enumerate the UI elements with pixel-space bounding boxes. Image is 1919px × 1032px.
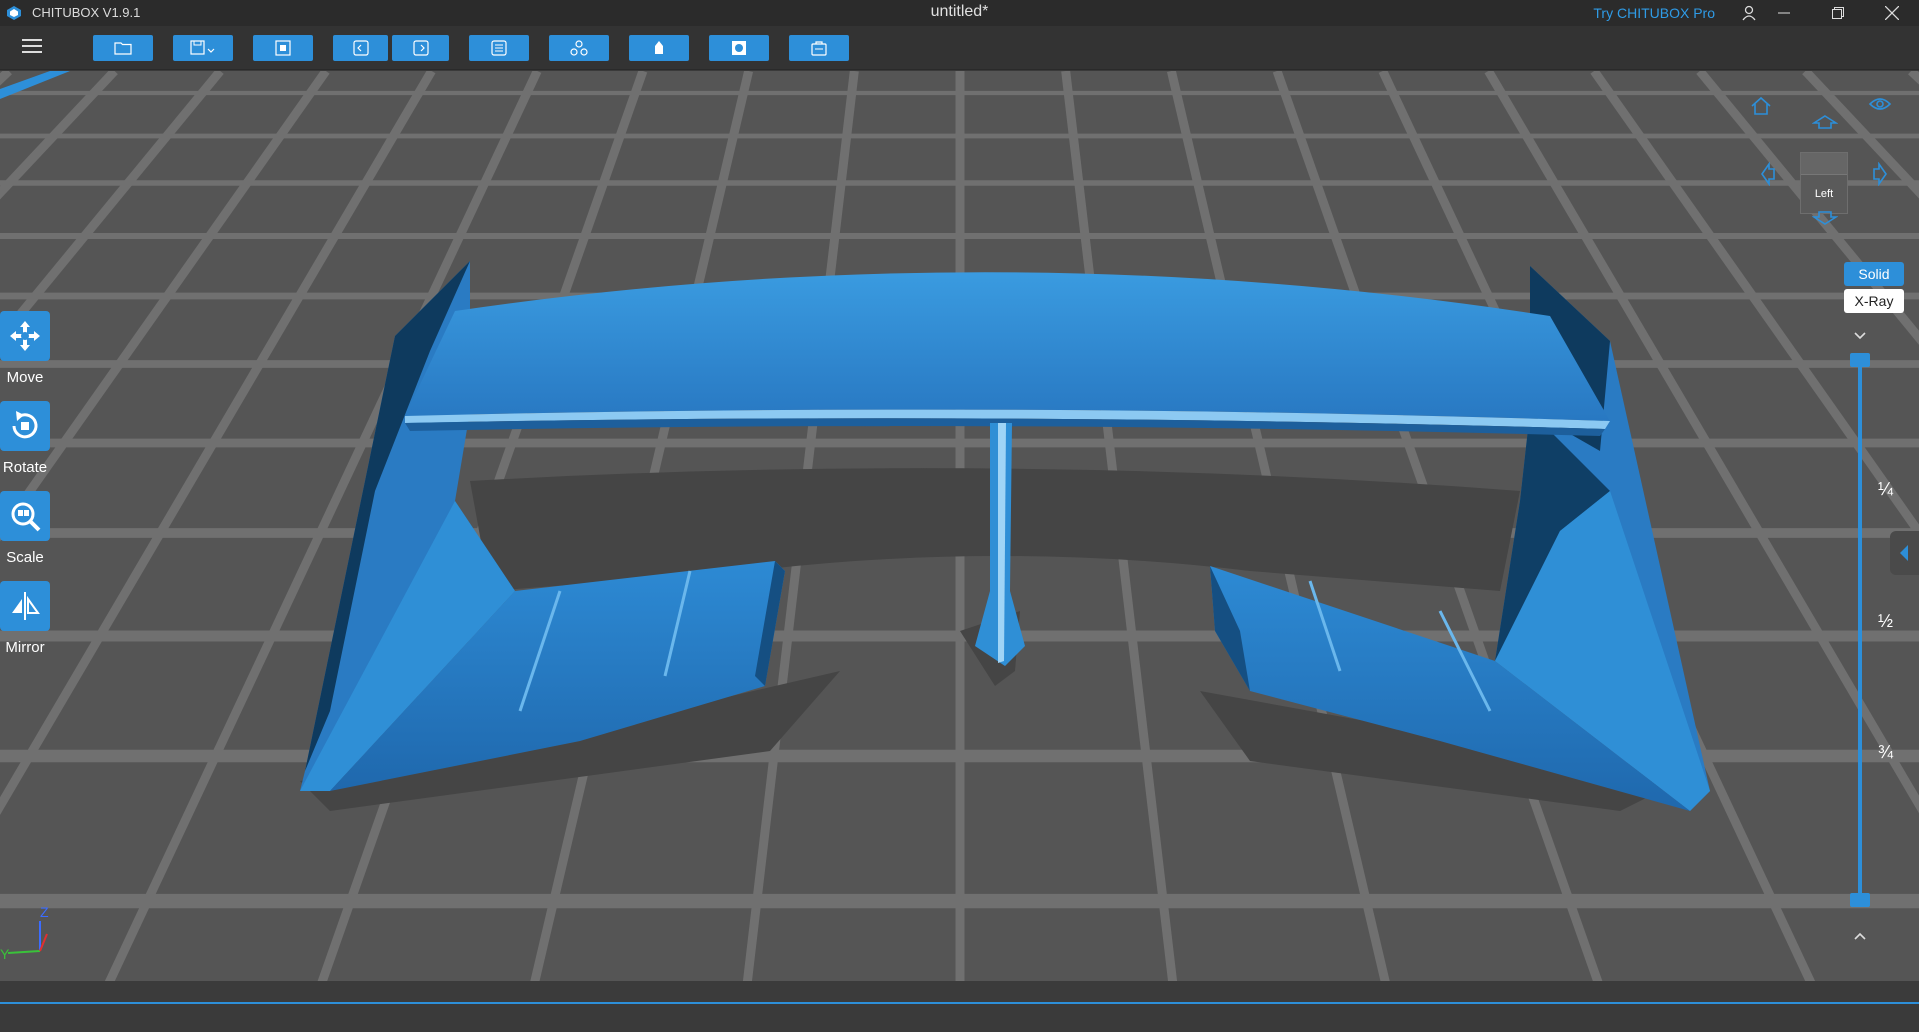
mirror-icon xyxy=(12,592,40,620)
maximize-button[interactable] xyxy=(1815,0,1861,26)
chevron-left-icon xyxy=(1900,545,1908,561)
layer-slider-top-handle[interactable] xyxy=(1850,353,1870,367)
hamburger-icon xyxy=(22,39,42,53)
move-tool-icon-box xyxy=(0,311,50,361)
mirror-tool-icon-box xyxy=(0,581,50,631)
view-cube-face-label: Left xyxy=(1814,188,1834,200)
axis-z-label: Z xyxy=(40,904,49,920)
slider-tick-half: ½ xyxy=(1878,611,1894,631)
view-cube-top[interactable] xyxy=(1801,153,1847,175)
user-account-button[interactable] xyxy=(1735,0,1763,26)
left-view-icon[interactable] xyxy=(1760,162,1776,186)
slice-icon xyxy=(811,41,827,56)
plate-edge xyxy=(0,981,1919,1002)
side-panel-toggle[interactable] xyxy=(1890,531,1919,575)
hollow-button[interactable] xyxy=(709,35,769,61)
layer-slider[interactable]: ¼ ½ ¾ xyxy=(1840,329,1900,1002)
undo-button[interactable] xyxy=(333,35,388,61)
hamburger-menu-button[interactable] xyxy=(20,36,48,60)
chevron-up-icon[interactable] xyxy=(1850,929,1870,943)
try-pro-link[interactable]: Try CHITUBOX Pro xyxy=(1593,5,1715,21)
render-mode-toggle: Solid X-Ray xyxy=(1844,262,1904,316)
open-file-button[interactable] xyxy=(93,35,153,61)
layer-slider-track[interactable] xyxy=(1858,359,1862,899)
undo-icon xyxy=(352,40,369,56)
redo-button[interactable] xyxy=(392,35,449,61)
scale-tool-label: Scale xyxy=(6,549,44,566)
xray-mode-button[interactable]: X-Ray xyxy=(1844,289,1904,313)
3d-viewport[interactable]: Move Rotate Scale Mirror Left Solid X-Ra… xyxy=(0,71,1919,1002)
bottom-view-icon[interactable] xyxy=(1812,210,1838,226)
save-icon xyxy=(190,40,215,55)
mirror-tool-button[interactable]: Mirror xyxy=(0,581,50,656)
fit-view-button[interactable] xyxy=(253,35,313,61)
restore-icon xyxy=(1832,7,1844,19)
list-icon xyxy=(491,40,507,56)
slider-tick-three-quarter: ¾ xyxy=(1878,742,1894,762)
view-cube-face[interactable]: Left xyxy=(1800,152,1848,214)
top-view-icon[interactable] xyxy=(1812,114,1838,130)
chitubox-window: CHITUBOX V1.9.1 untitled* Try CHITUBOX P… xyxy=(0,0,1919,1032)
redo-icon xyxy=(412,40,429,56)
model-list-button[interactable] xyxy=(469,35,529,61)
rotate-icon xyxy=(12,411,38,439)
move-icon xyxy=(10,321,40,351)
scale-icon xyxy=(11,502,41,532)
app-name: CHITUBOX V1.9.1 xyxy=(32,5,141,20)
user-icon xyxy=(1742,5,1756,21)
support-icon xyxy=(655,41,663,54)
solid-mode-button[interactable]: Solid xyxy=(1844,262,1904,286)
rotate-tool-label: Rotate xyxy=(2,459,48,476)
layer-slider-bottom-handle[interactable] xyxy=(1850,893,1870,907)
arrange-icon xyxy=(570,40,588,56)
chitubox-logo-icon xyxy=(7,6,21,20)
close-button[interactable] xyxy=(1869,0,1915,26)
axes-indicator: Z Y xyxy=(0,904,49,961)
frame-icon xyxy=(275,40,291,56)
save-button[interactable] xyxy=(173,35,233,61)
home-view-icon[interactable] xyxy=(1750,96,1772,116)
view-eye-icon[interactable] xyxy=(1868,96,1892,112)
minimize-icon xyxy=(1778,12,1790,14)
build-plate-scene xyxy=(0,71,1919,1002)
slice-button[interactable] xyxy=(789,35,849,61)
minimize-button[interactable] xyxy=(1761,0,1807,26)
rotate-tool-icon-box xyxy=(0,401,50,451)
chevron-down-icon[interactable] xyxy=(1850,329,1870,343)
rotate-tool-button[interactable]: Rotate xyxy=(0,401,50,476)
hollow-icon xyxy=(732,41,746,55)
title-bar: CHITUBOX V1.9.1 untitled* Try CHITUBOX P… xyxy=(0,0,1919,26)
move-tool-button[interactable]: Move xyxy=(0,311,50,386)
folder-icon xyxy=(114,42,132,55)
scale-tool-button[interactable]: Scale xyxy=(0,491,50,566)
right-view-icon[interactable] xyxy=(1872,162,1888,186)
axis-y-label: Y xyxy=(0,946,10,961)
auto-layout-button[interactable] xyxy=(549,35,609,61)
close-icon xyxy=(1885,6,1899,20)
move-tool-label: Move xyxy=(6,369,44,386)
scale-tool-icon-box xyxy=(0,491,50,541)
slider-tick-quarter: ¼ xyxy=(1878,479,1894,499)
mirror-tool-label: Mirror xyxy=(5,639,45,656)
status-bar xyxy=(0,1002,1919,1032)
supports-button[interactable] xyxy=(629,35,689,61)
main-toolbar xyxy=(0,26,1919,70)
view-cube: Left xyxy=(1750,96,1900,226)
